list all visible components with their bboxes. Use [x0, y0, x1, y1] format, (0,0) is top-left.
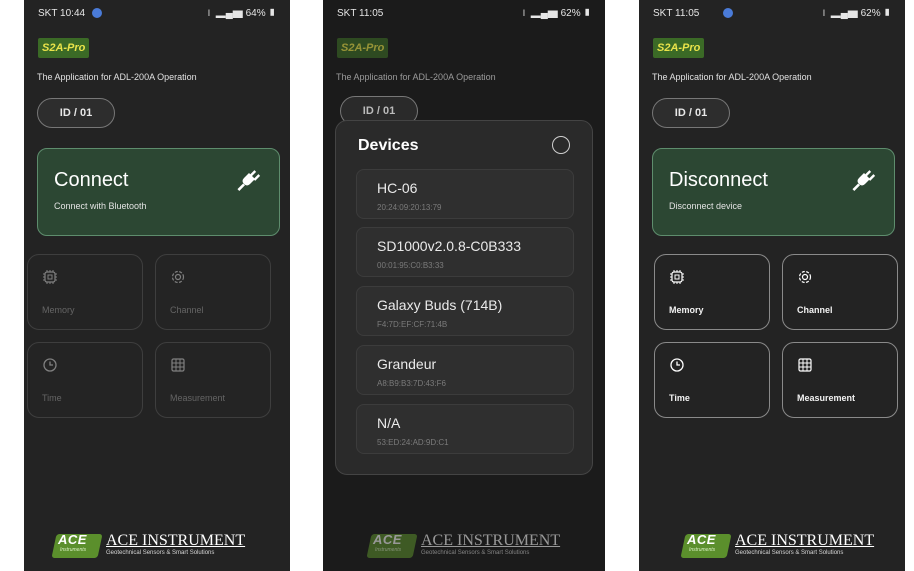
battery-icon: ▮: [880, 8, 891, 19]
channel-tile[interactable]: Channel: [155, 254, 271, 330]
brand-tagline: Geotechnical Sensors & Smart Solutions: [735, 550, 844, 556]
ace-badge-sub: Instruments: [689, 547, 716, 553]
measurement-label: Measurement: [797, 393, 856, 403]
device-item[interactable]: SD1000v2.0.8-C0B333 00:01:95:C0:B3:33: [356, 227, 574, 277]
signal-icon: ⏽ ▂▄▆: [205, 8, 246, 19]
measurement-label: Measurement: [170, 393, 226, 403]
memory-tile[interactable]: Memory: [654, 254, 770, 330]
clock-icon: [43, 358, 57, 372]
app-logo: S2A-Pro: [653, 38, 705, 58]
battery-level: ⏽ ▂▄▆ 62% ▮: [520, 8, 591, 19]
battery-icon: ▮: [265, 8, 276, 19]
ace-badge-text: ACE: [58, 532, 87, 547]
grid-icon: [798, 358, 812, 372]
ace-badge-sub: Instruments: [60, 547, 87, 553]
signal-icon: ⏽ ▂▄▆: [520, 8, 561, 19]
connect-subtitle: Connect with Bluetooth: [54, 201, 147, 211]
device-address: 20:24:09:20:13:79: [377, 203, 442, 212]
device-id-button[interactable]: ID / 01: [37, 98, 115, 128]
app-subtitle: The Application for ADL-200A Operation: [336, 72, 496, 82]
battery-icon: ▮: [580, 8, 591, 19]
connect-card[interactable]: Connect Connect with Bluetooth: [37, 148, 280, 236]
notification-icon: [92, 8, 102, 18]
plug-icon: [237, 170, 261, 191]
connect-title: Connect: [54, 169, 129, 191]
status-time: SKT 11:05: [653, 8, 700, 19]
device-name: HC-06: [377, 180, 418, 196]
gear-icon: [171, 270, 185, 284]
notification-icon: [723, 8, 733, 18]
device-address: F4:7D:EF:CF:71:4B: [377, 320, 448, 329]
status-bar: SKT 11:05 ⏽ ▂▄▆ 62% ▮: [323, 6, 605, 22]
device-name: N/A: [377, 415, 401, 431]
device-item[interactable]: N/A 53:ED:24:AD:9D:C1: [356, 404, 574, 454]
app-logo: S2A-Pro: [38, 38, 90, 58]
status-bar: SKT 10:44 ⏽ ▂▄▆ 64% ▮: [24, 6, 290, 22]
device-item[interactable]: Galaxy Buds (714B) F4:7D:EF:CF:71:4B: [356, 286, 574, 336]
status-bar: SKT 11:05 ⏽ ▂▄▆ 62% ▮: [639, 6, 905, 22]
measurement-tile[interactable]: Measurement: [782, 342, 898, 418]
app-subtitle: The Application for ADL-200A Operation: [652, 72, 812, 82]
brand-tagline: Geotechnical Sensors & Smart Solutions: [421, 550, 530, 556]
gear-icon: [798, 270, 812, 284]
refresh-spinner-icon[interactable]: [552, 136, 570, 154]
plug-icon: [852, 170, 876, 191]
brand-footer: ACE Instruments ACE INSTRUMENT Geotechni…: [680, 532, 893, 560]
brand-name: ACE INSTRUMENT: [735, 532, 875, 549]
ace-badge-text: ACE: [373, 532, 402, 547]
device-name: SD1000v2.0.8-C0B333: [377, 238, 521, 254]
brand-footer: ACE Instruments ACE INSTRUMENT Geotechni…: [51, 532, 264, 560]
device-id-button[interactable]: ID / 01: [652, 98, 730, 128]
memory-label: Memory: [669, 305, 704, 315]
dialog-title: Devices: [358, 137, 419, 154]
devices-dialog: Devices HC-06 20:24:09:20:13:79 SD1000v2…: [335, 120, 593, 475]
disconnect-card[interactable]: Disconnect Disconnect device: [652, 148, 895, 236]
ace-badge-sub: Instruments: [375, 547, 402, 553]
clock-icon: [670, 358, 684, 372]
disconnect-subtitle: Disconnect device: [669, 201, 743, 211]
memory-chip-icon: [670, 270, 684, 284]
signal-icon: ⏽ ▂▄▆: [820, 8, 861, 19]
time-label: Time: [669, 393, 690, 403]
brand-tagline: Geotechnical Sensors & Smart Solutions: [106, 550, 215, 556]
status-time: SKT 10:44: [38, 8, 86, 19]
brand-name: ACE INSTRUMENT: [106, 532, 246, 549]
memory-chip-icon: [43, 270, 57, 284]
device-name: Galaxy Buds (714B): [377, 297, 503, 313]
device-item[interactable]: Grandeur A8:B9:B3:7D:43:F6: [356, 345, 574, 395]
time-tile[interactable]: Time: [27, 342, 143, 418]
measurement-tile[interactable]: Measurement: [155, 342, 271, 418]
channel-label: Channel: [170, 305, 204, 315]
device-item[interactable]: HC-06 20:24:09:20:13:79: [356, 169, 574, 219]
memory-tile[interactable]: Memory: [27, 254, 143, 330]
brand-name: ACE INSTRUMENT: [421, 532, 561, 549]
channel-tile[interactable]: Channel: [782, 254, 898, 330]
status-time: SKT 11:05: [337, 8, 384, 19]
time-label: Time: [42, 393, 62, 403]
device-address: A8:B9:B3:7D:43:F6: [377, 379, 446, 388]
device-name: Grandeur: [377, 356, 437, 372]
phone-screen-disconnect: SKT 11:05 ⏽ ▂▄▆ 62% ▮ S2A-Pro The Applic…: [639, 0, 905, 571]
phone-screen-connect: SKT 10:44 ⏽ ▂▄▆ 64% ▮ S2A-Pro The Applic…: [24, 0, 290, 571]
app-logo: S2A-Pro: [337, 38, 389, 58]
device-address: 53:ED:24:AD:9D:C1: [377, 438, 449, 447]
device-address: 00:01:95:C0:B3:33: [377, 261, 444, 270]
app-subtitle: The Application for ADL-200A Operation: [37, 72, 197, 82]
battery-level: ⏽ ▂▄▆ 62% ▮: [820, 8, 891, 19]
channel-label: Channel: [797, 305, 833, 315]
battery-level: ⏽ ▂▄▆ 64% ▮: [205, 8, 276, 19]
grid-icon: [171, 358, 185, 372]
phone-screen-devices: SKT 11:05 ⏽ ▂▄▆ 62% ▮ S2A-Pro The Applic…: [323, 0, 605, 571]
disconnect-title: Disconnect: [669, 169, 768, 191]
brand-footer: ACE Instruments ACE INSTRUMENT Geotechni…: [366, 532, 579, 560]
memory-label: Memory: [42, 305, 75, 315]
ace-badge-text: ACE: [687, 532, 716, 547]
time-tile[interactable]: Time: [654, 342, 770, 418]
